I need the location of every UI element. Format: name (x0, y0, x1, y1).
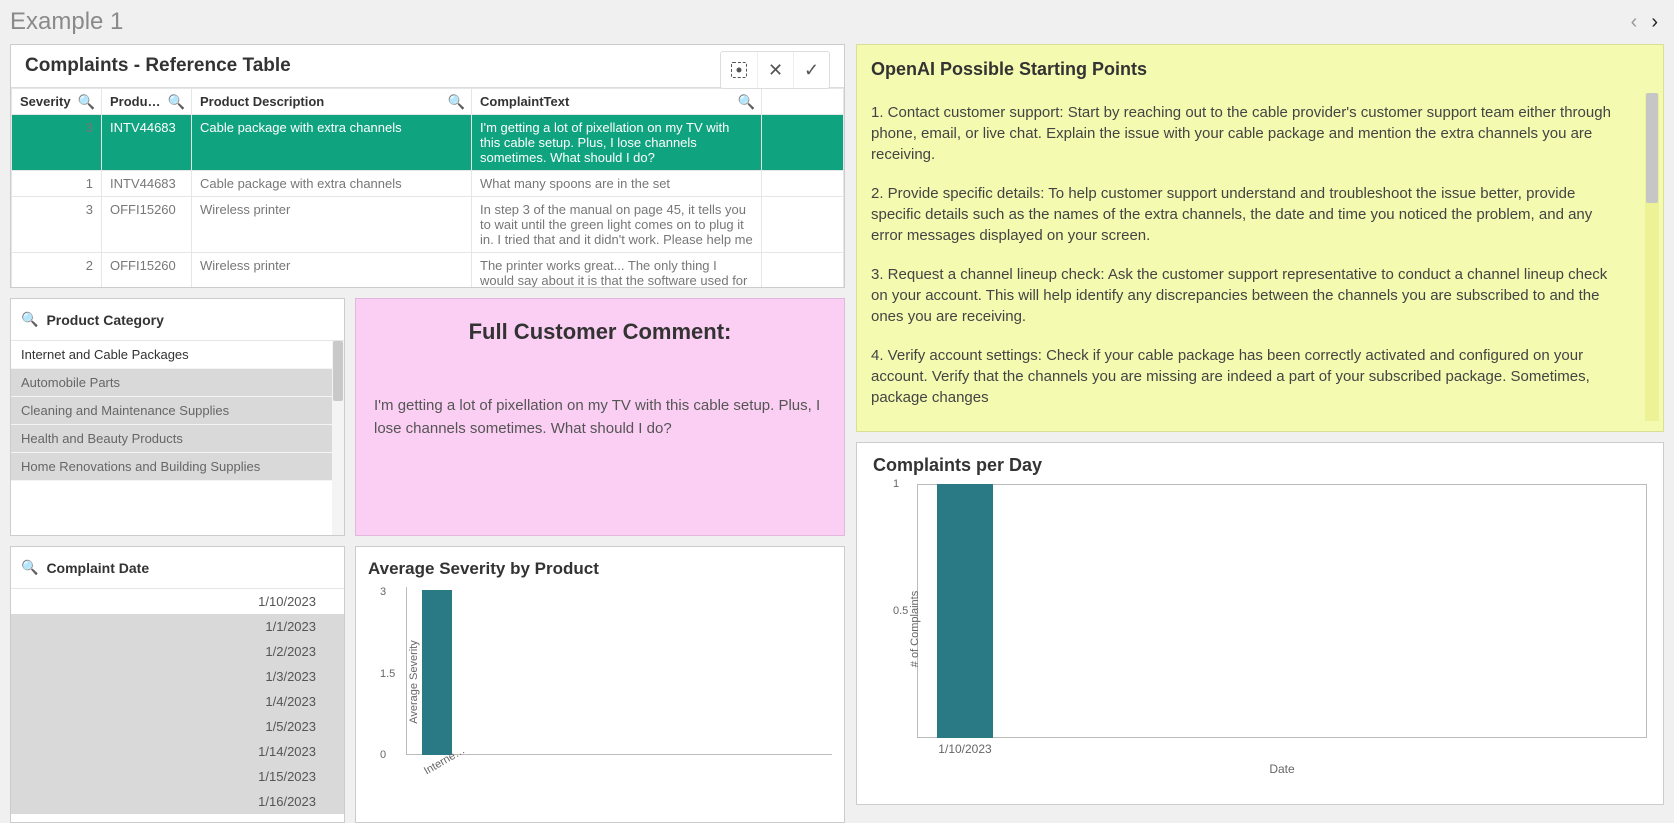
ai-suggestions-title: OpenAI Possible Starting Points (871, 59, 1643, 80)
ai-paragraph: 1. Contact customer support: Start by re… (871, 102, 1627, 165)
selection-toolbar: ✕ ✓ (720, 51, 830, 89)
cell-spacer (762, 197, 844, 253)
cell-spacer (762, 171, 844, 197)
date-item[interactable]: 1/15/2023 (11, 764, 344, 789)
x-axis-label: Date (1269, 762, 1294, 776)
next-sheet-button[interactable]: › (1651, 11, 1658, 34)
date-item[interactable]: 1/16/2023 (11, 789, 344, 814)
date-item[interactable]: 1/2/2023 (11, 639, 344, 664)
cell-complaint-text[interactable]: The printer works great... The only thin… (472, 253, 762, 288)
cell-description[interactable]: Wireless printer (192, 253, 472, 288)
page-title: Example 1 (10, 8, 123, 36)
ai-suggestions-content: 1. Contact customer support: Start by re… (871, 102, 1643, 422)
ai-paragraph: 2. Provide specific details: To help cus… (871, 183, 1627, 246)
chart-bar[interactable] (937, 484, 993, 738)
ai-paragraph: 4. Verify account settings: Check if you… (871, 345, 1627, 408)
selection-tool-button[interactable] (721, 52, 757, 88)
cell-product[interactable]: INTV44683 (102, 171, 192, 197)
check-icon: ✓ (804, 60, 819, 81)
product-category-title: Product Category (46, 312, 163, 328)
complaint-date-panel: 🔍 Complaint Date 1/10/20231/1/20231/2/20… (10, 546, 345, 823)
full-comment-title: Full Customer Comment: (374, 319, 826, 345)
table-row[interactable]: 1INTV44683Cable package with extra chann… (12, 171, 844, 197)
col-spacer (762, 89, 844, 115)
category-item[interactable]: Internet and Cable Packages (11, 341, 344, 369)
full-comment-body: I'm getting a lot of pixellation on my T… (374, 395, 826, 440)
search-icon[interactable]: 🔍 (21, 311, 38, 328)
date-item[interactable]: 1/3/2023 (11, 664, 344, 689)
table-row[interactable]: 3OFFI15260Wireless printerIn step 3 of t… (12, 197, 844, 253)
complaints-table-title: Complaints - Reference Table (25, 55, 291, 77)
complaint-date-title: Complaint Date (46, 560, 149, 576)
col-product[interactable]: Produ…🔍 (102, 89, 192, 115)
cell-complaint-text[interactable]: What many spoons are in the set (472, 171, 762, 197)
date-item[interactable]: 1/1/2023 (11, 614, 344, 639)
col-complaint-text[interactable]: ComplaintText🔍 (472, 89, 762, 115)
cell-severity[interactable]: 3 (12, 197, 102, 253)
product-category-panel: 🔍 Product Category Internet and Cable Pa… (10, 298, 345, 536)
date-item[interactable]: 1/4/2023 (11, 689, 344, 714)
cell-product[interactable]: OFFI15260 (102, 197, 192, 253)
category-item[interactable]: Home Renovations and Building Supplies (11, 453, 344, 481)
avg-severity-title: Average Severity by Product (368, 559, 832, 579)
table-row[interactable]: 2OFFI15260Wireless printerThe printer wo… (12, 253, 844, 288)
cell-complaint-text[interactable]: I'm getting a lot of pixellation on my T… (472, 115, 762, 171)
search-icon[interactable]: 🔍 (168, 93, 185, 110)
search-icon[interactable]: 🔍 (448, 93, 465, 110)
close-icon: ✕ (768, 60, 783, 81)
y-axis-label: Average Severity (408, 640, 420, 724)
cell-description[interactable]: Wireless printer (192, 197, 472, 253)
cell-complaint-text[interactable]: In step 3 of the manual on page 45, it t… (472, 197, 762, 253)
cell-product[interactable]: INTV44683 (102, 115, 192, 171)
full-comment-panel: Full Customer Comment: I'm getting a lot… (355, 298, 845, 536)
chart-bar[interactable] (422, 590, 452, 755)
y-tick: 1.5 (380, 668, 395, 680)
cell-severity[interactable]: 1 (12, 171, 102, 197)
y-tick: 0 (380, 749, 386, 761)
ai-paragraph: 3. Request a channel lineup check: Ask t… (871, 264, 1627, 327)
search-icon[interactable]: 🔍 (21, 559, 38, 576)
y-tick: 3 (380, 586, 386, 598)
sheet-nav: ‹ › (1631, 11, 1658, 34)
selection-icon (731, 62, 747, 78)
category-item[interactable]: Health and Beauty Products (11, 425, 344, 453)
col-description[interactable]: Product Description🔍 (192, 89, 472, 115)
complaints-per-day-title: Complaints per Day (873, 455, 1647, 476)
complaints-per-day-panel: Complaints per Day # of Complaints Date … (856, 442, 1664, 805)
date-item[interactable]: 1/10/2023 (11, 589, 344, 614)
cell-severity[interactable]: 2 (12, 253, 102, 288)
cell-severity[interactable]: 3 (12, 115, 102, 171)
col-severity[interactable]: Severity🔍 (12, 89, 102, 115)
cancel-selection-button[interactable]: ✕ (757, 52, 793, 88)
cell-spacer (762, 253, 844, 288)
search-icon[interactable]: 🔍 (738, 93, 755, 110)
prev-sheet-button[interactable]: ‹ (1631, 11, 1638, 34)
date-item[interactable]: 1/5/2023 (11, 714, 344, 739)
search-icon[interactable]: 🔍 (78, 93, 95, 110)
cell-spacer (762, 115, 844, 171)
cell-description[interactable]: Cable package with extra channels (192, 115, 472, 171)
y-tick: 1 (893, 478, 899, 490)
complaints-table-panel: Complaints - Reference Table ✕ ✓ Severit… (10, 44, 845, 288)
category-item[interactable]: Cleaning and Maintenance Supplies (11, 397, 344, 425)
complaints-table[interactable]: Severity🔍 Produ…🔍 Product Description🔍 C… (11, 88, 844, 287)
complaints-per-day-chart[interactable]: # of Complaints Date 0.511/10/2023 (917, 484, 1647, 774)
category-item[interactable]: Automobile Parts (11, 369, 344, 397)
y-axis-label: # of Complaints (909, 591, 921, 667)
date-item[interactable]: 1/14/2023 (11, 739, 344, 764)
table-row[interactable]: 3INTV44683Cable package with extra chann… (12, 115, 844, 171)
confirm-selection-button[interactable]: ✓ (793, 52, 829, 88)
scrollbar[interactable] (1645, 93, 1659, 421)
avg-severity-chart[interactable]: Average Severity 01.53Interne… (406, 587, 832, 777)
scrollbar[interactable] (332, 341, 344, 535)
ai-suggestions-panel: OpenAI Possible Starting Points 1. Conta… (856, 44, 1664, 432)
avg-severity-chart-panel: Average Severity by Product Average Seve… (355, 546, 845, 823)
scroll-thumb[interactable] (1646, 93, 1658, 203)
y-tick: 0.5 (893, 605, 908, 617)
cell-description[interactable]: Cable package with extra channels (192, 171, 472, 197)
x-tick: 1/10/2023 (938, 742, 991, 756)
cell-product[interactable]: OFFI15260 (102, 253, 192, 288)
scroll-thumb[interactable] (333, 341, 343, 401)
